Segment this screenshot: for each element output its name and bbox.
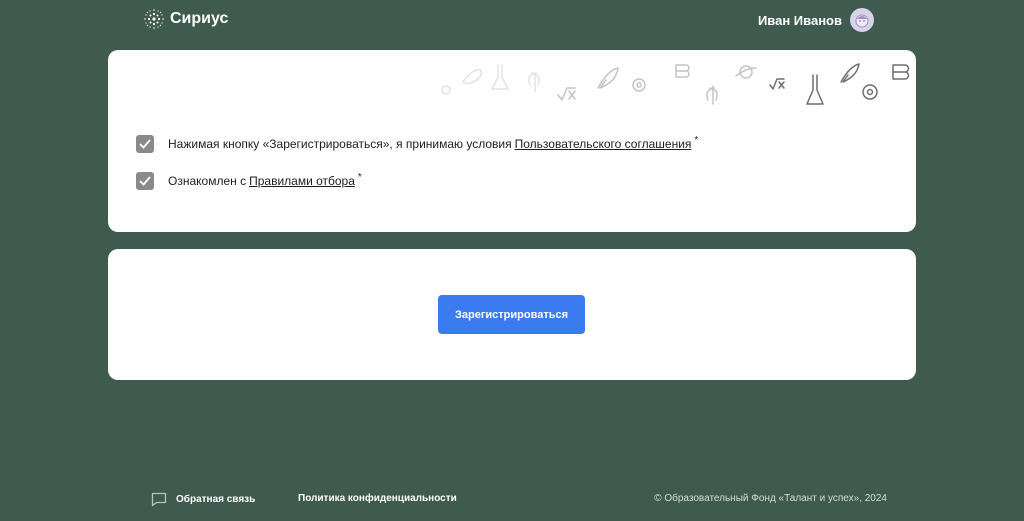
brand-logo[interactable]: Сириус — [143, 8, 228, 30]
user-agreement-checkbox[interactable] — [136, 135, 154, 153]
required-mark: * — [357, 171, 362, 183]
user-agreement-link[interactable]: Пользовательского соглашения — [515, 137, 692, 151]
register-button[interactable]: Зарегистрироваться — [438, 295, 585, 334]
user-name: Иван Иванов — [757, 12, 842, 28]
feedback-link[interactable]: Обратная связь — [151, 492, 255, 507]
selection-rules-row: Ознакомлен с Правилами отбора * — [136, 172, 362, 190]
required-mark: * — [694, 134, 699, 146]
brand-name: Сириус — [170, 10, 229, 27]
privacy-policy-link[interactable]: Политика конфиденциальности — [298, 493, 457, 504]
checkmark-icon — [139, 139, 151, 149]
selection-rules-link[interactable]: Правилами отбора — [249, 174, 355, 188]
selection-rules-text: Ознакомлен с — [168, 174, 247, 188]
feedback-label: Обратная связь — [176, 494, 256, 505]
sirius-logo-icon — [144, 9, 164, 29]
copyright-text: © Образовательный Фонд «Талант и успех»,… — [654, 493, 887, 504]
checkmark-icon — [139, 176, 151, 186]
user-agreement-row: Нажимая кнопку «Зарегистрироваться», я п… — [136, 135, 698, 153]
footer: Обратная связь Политика конфиденциальнос… — [0, 487, 1024, 512]
avatar-face-icon — [855, 14, 869, 28]
chat-bubble-icon — [151, 492, 167, 507]
agreements-card: Нажимая кнопку «Зарегистрироваться», я п… — [108, 50, 916, 232]
register-card: Зарегистрироваться — [108, 249, 916, 380]
avatar[interactable] — [850, 8, 874, 32]
user-agreement-text: Нажимая кнопку «Зарегистрироваться», я п… — [168, 137, 512, 151]
top-bar: Сириус Иван Иванов — [0, 0, 1024, 40]
selection-rules-checkbox[interactable] — [136, 172, 154, 190]
science-pattern-icon — [441, 63, 910, 105]
user-menu[interactable]: Иван Иванов — [758, 8, 874, 32]
